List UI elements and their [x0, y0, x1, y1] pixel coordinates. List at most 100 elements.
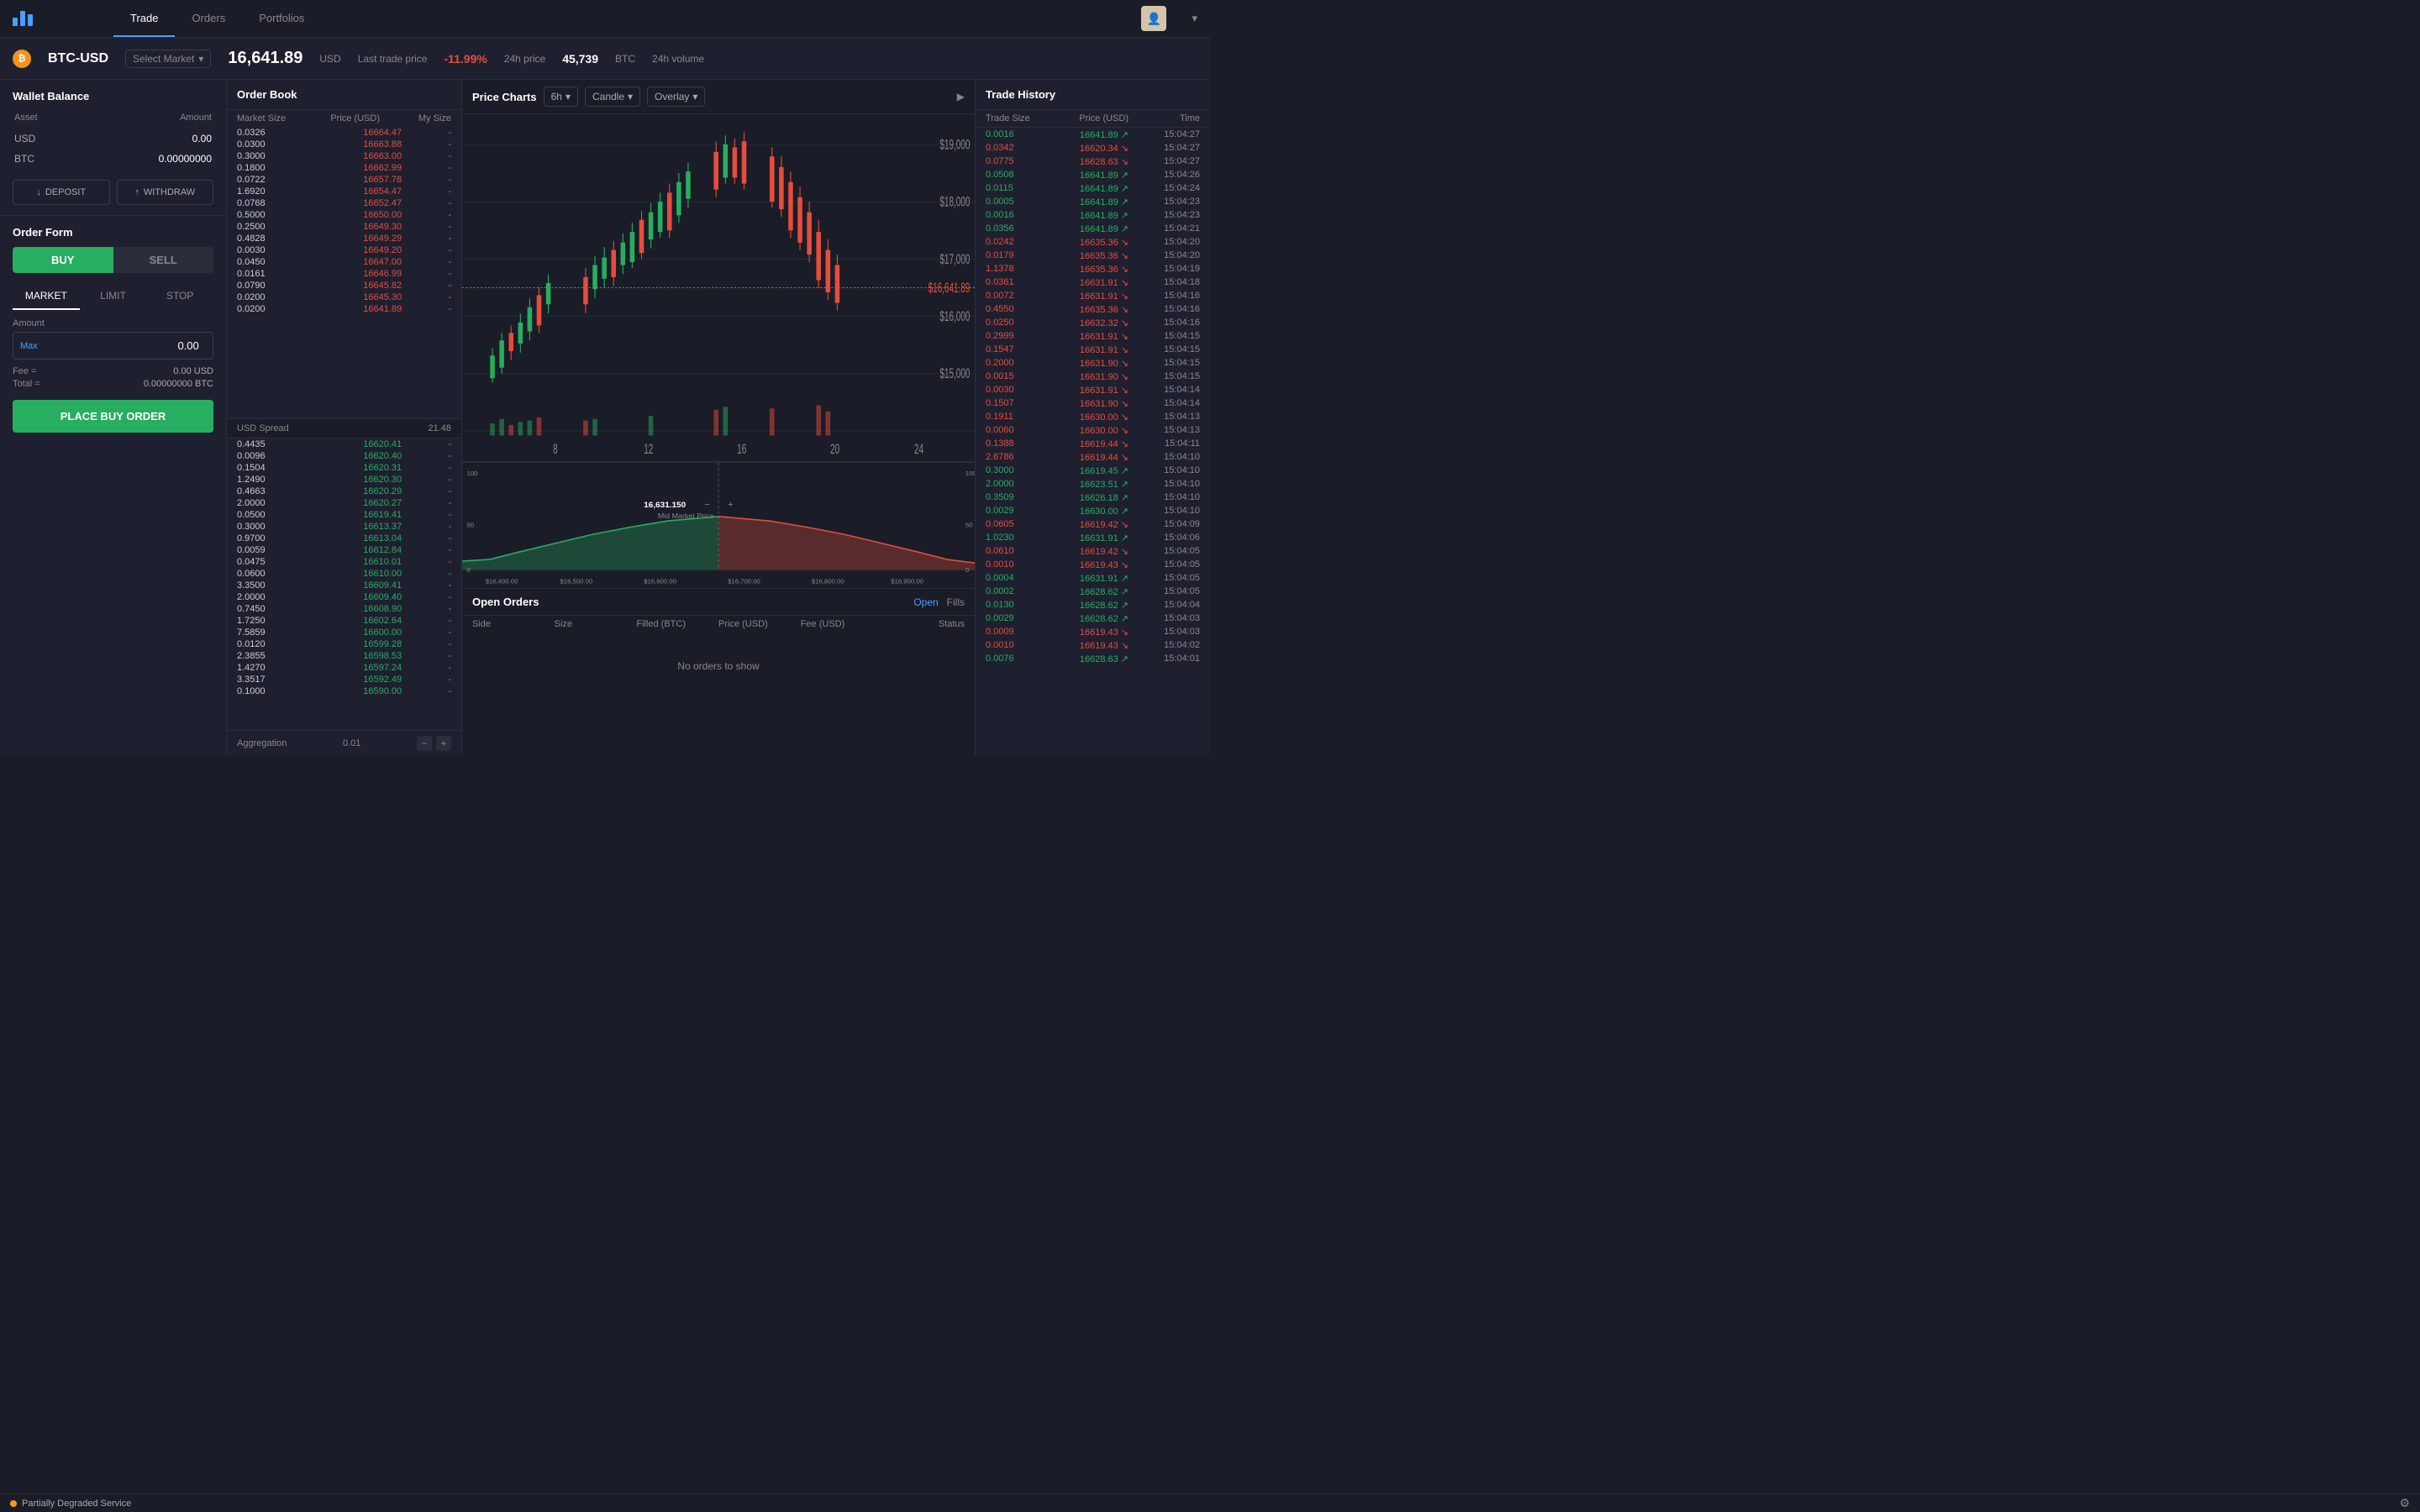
ob-bid-row[interactable]: 0.100016590.00-: [227, 685, 461, 697]
overlay-selector[interactable]: Overlay ▾: [647, 87, 705, 107]
ob-bid-row[interactable]: 7.585916600.00-: [227, 627, 461, 638]
amount-label: Amount: [13, 318, 213, 328]
ob-bid-row[interactable]: 2.385516598.53-: [227, 650, 461, 662]
th-trade-size: 0.0242: [986, 237, 1057, 248]
amount-currency: USD: [206, 340, 213, 352]
ob-bid-row[interactable]: 0.150416620.31-: [227, 462, 461, 474]
svg-text:$17,000: $17,000: [939, 251, 970, 266]
max-button[interactable]: Max: [13, 341, 45, 351]
ob-bid-price: 16613.04: [319, 533, 402, 543]
avatar[interactable]: 👤: [1141, 6, 1166, 31]
ob-ask-size: 0.5000: [237, 210, 319, 220]
buy-button[interactable]: BUY: [13, 247, 113, 273]
ob-ask-size: 0.0300: [237, 139, 319, 150]
nav-tab-orders[interactable]: Orders: [175, 0, 242, 37]
ob-ask-row[interactable]: 0.180016662.99-: [227, 162, 461, 174]
th-trade-size: 0.0004: [986, 573, 1057, 584]
svg-text:+: +: [728, 500, 733, 510]
svg-text:0: 0: [965, 566, 969, 574]
chart-type-selector[interactable]: Candle ▾: [585, 87, 640, 107]
ob-bid-row[interactable]: 0.466316620.29-: [227, 486, 461, 497]
place-order-button[interactable]: PLACE BUY ORDER: [13, 400, 213, 433]
ob-bid-row[interactable]: 0.012016599.28-: [227, 638, 461, 650]
chart-expand-button[interactable]: ▶: [957, 91, 965, 102]
ob-ask-row[interactable]: 0.020016645.30-: [227, 291, 461, 303]
ob-ask-row[interactable]: 0.003016649.20-: [227, 244, 461, 256]
ob-bid-row[interactable]: 0.050016619.41-: [227, 509, 461, 521]
ob-bid-row[interactable]: 0.300016613.37-: [227, 521, 461, 533]
deposit-button[interactable]: ↓ DEPOSIT: [13, 180, 110, 205]
avatar-dropdown[interactable]: ▾: [1192, 12, 1197, 25]
ticker-volume: 45,739: [562, 52, 598, 66]
ob-ask-row[interactable]: 0.016116646.99-: [227, 268, 461, 280]
timeframe-selector[interactable]: 6h ▾: [544, 87, 578, 107]
trade-history-row: 0.035616641.89 ↗15:04:21: [976, 222, 1210, 235]
nav-tab-portfolios[interactable]: Portfolios: [242, 0, 321, 37]
oo-tab-fills[interactable]: Fills: [947, 596, 965, 608]
ob-bid-row[interactable]: 0.009616620.40-: [227, 450, 461, 462]
ob-bid-row[interactable]: 0.047516610.01-: [227, 556, 461, 568]
ob-bid-row[interactable]: 3.350016609.41-: [227, 580, 461, 591]
ob-bid-size: 0.4663: [237, 486, 319, 496]
ob-bid-row[interactable]: 0.745016608.90-: [227, 603, 461, 615]
withdraw-icon: ↑: [134, 187, 139, 197]
svg-text:Mid Market Price: Mid Market Price: [658, 512, 714, 520]
ob-ask-row[interactable]: 0.300016663.00-: [227, 150, 461, 162]
ob-bid-row[interactable]: 0.005916612.84-: [227, 544, 461, 556]
ob-bid-row[interactable]: 0.060016610.00-: [227, 568, 461, 580]
ob-ask-size: 0.0200: [237, 292, 319, 302]
select-market-button[interactable]: Select Market ▾: [125, 50, 211, 68]
ob-ask-row[interactable]: 0.032616664.47-: [227, 127, 461, 139]
order-type-stop[interactable]: STOP: [146, 283, 213, 310]
th-trade-size: 0.1507: [986, 398, 1057, 409]
order-type-limit[interactable]: LIMIT: [80, 283, 147, 310]
ob-ask-price: 16649.30: [319, 222, 402, 232]
trade-history-row: 0.200016631.90 ↘15:04:15: [976, 356, 1210, 370]
sell-button[interactable]: SELL: [113, 247, 214, 273]
trade-history-row: 2.678616619.44 ↘15:04:10: [976, 450, 1210, 464]
nav-tab-trade[interactable]: Trade: [113, 0, 175, 37]
ob-bid-row[interactable]: 0.970016613.04-: [227, 533, 461, 544]
ob-ask-row[interactable]: 0.072216657.78-: [227, 174, 461, 186]
ob-bid-row[interactable]: 2.000016609.40-: [227, 591, 461, 603]
th-trade-price: 16635.36 ↘: [1057, 304, 1128, 315]
th-trade-price: 16631.91 ↘: [1057, 331, 1128, 342]
th-trade-price: 16619.45 ↗: [1057, 465, 1128, 476]
oo-col-header: Filled (BTC): [636, 619, 718, 629]
aggregation-increase[interactable]: +: [436, 736, 451, 751]
oo-tab-open[interactable]: Open: [913, 596, 938, 608]
trade-history-row: 0.036116631.91 ↘15:04:18: [976, 276, 1210, 289]
ob-ask-size: 0.4828: [237, 234, 319, 244]
chart-title: Price Charts: [472, 91, 537, 103]
ob-ask-row[interactable]: 0.020016641.89-: [227, 303, 461, 315]
ob-ask-row[interactable]: 0.076816652.47-: [227, 197, 461, 209]
ob-ask-row[interactable]: 0.045016647.00-: [227, 256, 461, 268]
th-trade-time: 15:04:04: [1128, 600, 1200, 611]
trade-history-row: 0.191116630.00 ↘15:04:13: [976, 410, 1210, 423]
ob-ask-mysize: -: [402, 128, 451, 138]
ob-bid-row[interactable]: 0.443516620.41-: [227, 438, 461, 450]
ob-bid-row[interactable]: 2.000016620.27-: [227, 497, 461, 509]
ob-bid-row[interactable]: 1.249016620.30-: [227, 474, 461, 486]
ob-ask-mysize: -: [402, 151, 451, 161]
ob-ask-row[interactable]: 0.079016645.82-: [227, 280, 461, 291]
ob-ask-row[interactable]: 1.692016654.47-: [227, 186, 461, 197]
amount-input[interactable]: [45, 333, 206, 359]
th-trade-price: 16619.43 ↘: [1057, 559, 1128, 570]
trade-history-row: 0.002916628.62 ↗15:04:03: [976, 612, 1210, 625]
th-trade-price: 16635.36 ↘: [1057, 237, 1128, 248]
ob-ask-row[interactable]: 0.500016650.00-: [227, 209, 461, 221]
th-trade-price: 16641.89 ↗: [1057, 223, 1128, 234]
ob-bid-row[interactable]: 3.351716592.49-: [227, 674, 461, 685]
ob-bid-row[interactable]: 1.427016597.24-: [227, 662, 461, 674]
ob-ask-row[interactable]: 0.030016663.88-: [227, 139, 461, 150]
ob-ask-row[interactable]: 0.250016649.30-: [227, 221, 461, 233]
ob-ask-row[interactable]: 0.482816649.29-: [227, 233, 461, 244]
status-bar: Partially Degraded Service ⚙: [0, 1494, 2420, 1512]
ob-bid-row[interactable]: 1.725016602.64-: [227, 615, 461, 627]
aggregation-decrease[interactable]: −: [417, 736, 432, 751]
settings-icon[interactable]: ⚙: [2399, 1496, 2410, 1510]
order-type-market[interactable]: MARKET: [13, 283, 80, 310]
ob-bid-price: 16600.00: [319, 627, 402, 638]
withdraw-button[interactable]: ↑ WITHDRAW: [117, 180, 214, 205]
